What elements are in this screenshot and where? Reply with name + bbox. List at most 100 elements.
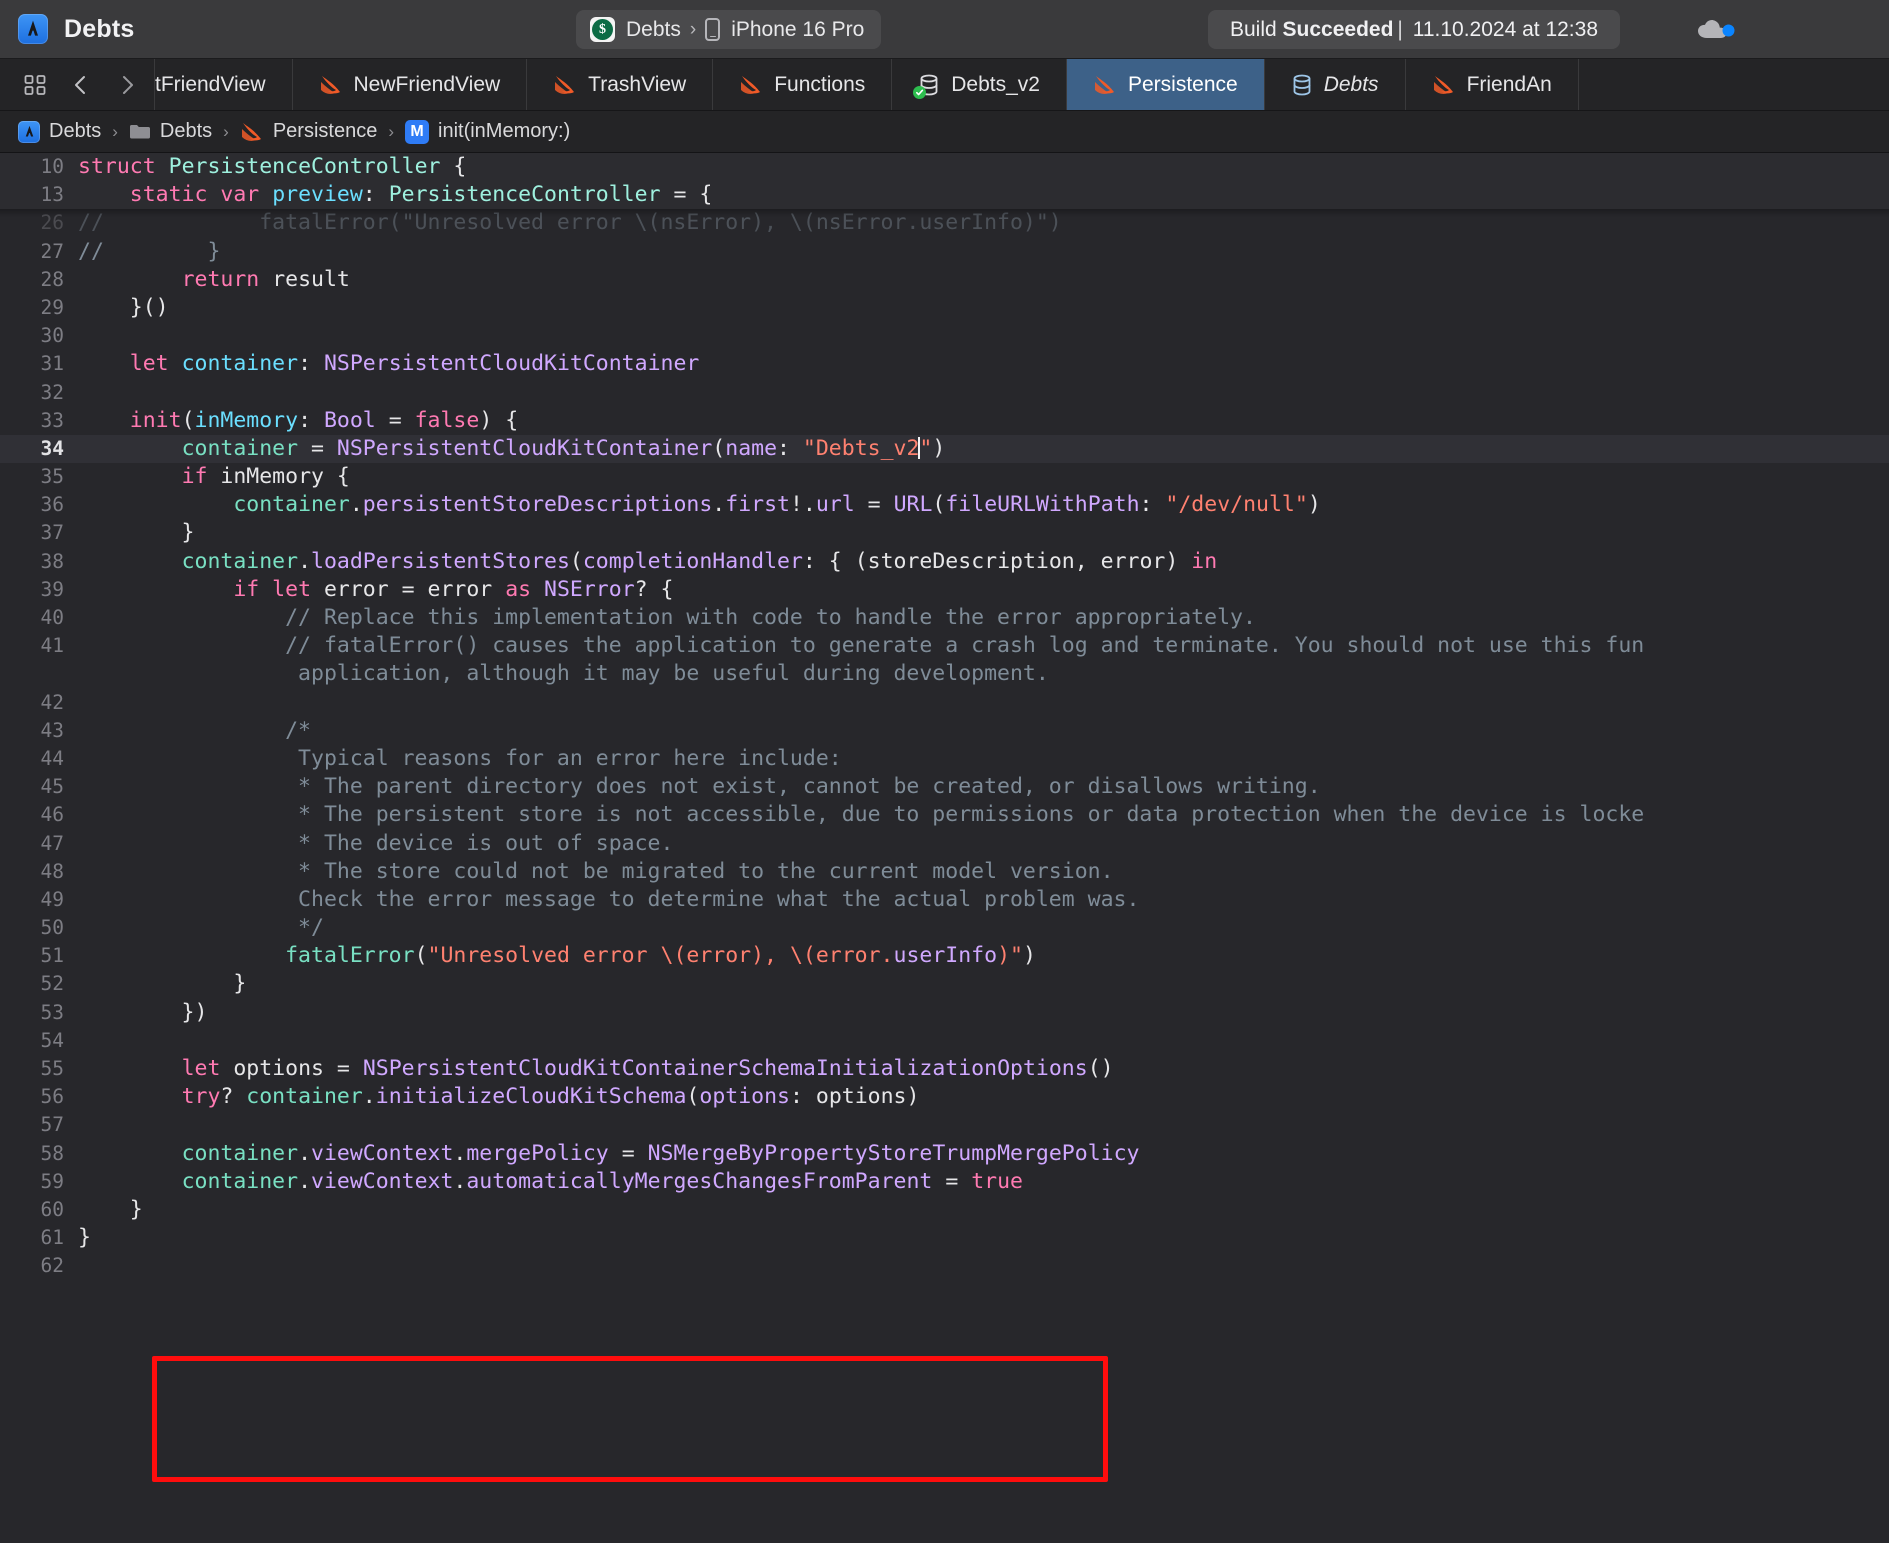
line-number: 62	[0, 1252, 78, 1280]
iphone-icon	[705, 18, 720, 41]
line-number: 48	[0, 858, 78, 886]
code-line[interactable]: 44 Typical reasons for an error here inc…	[0, 745, 1889, 773]
code-line[interactable]: 27 // }	[0, 238, 1889, 266]
breadcrumb-item-folder[interactable]: Debts	[129, 120, 212, 143]
chevron-left-glyph	[69, 73, 93, 97]
line-number: 13	[0, 181, 78, 209]
code-line[interactable]: 59 container.viewContext.automaticallyMe…	[0, 1168, 1889, 1196]
code-line[interactable]: 31 let container: NSPersistentCloudKitCo…	[0, 350, 1889, 378]
code-line[interactable]: 56 try? container.initializeCloudKitSche…	[0, 1083, 1889, 1111]
chevron-right-icon[interactable]	[104, 59, 150, 111]
line-content: // fatalError() causes the application t…	[78, 632, 1644, 660]
activity-status-bar[interactable]: Build Succeeded| 11.10.2024 at 12:38	[1208, 10, 1620, 49]
code-line[interactable]: 49 Check the error message to determine …	[0, 886, 1889, 914]
code-line[interactable]: 13 static var preview: PersistenceContro…	[0, 181, 1889, 209]
code-line[interactable]: 60 }	[0, 1196, 1889, 1224]
code-line[interactable]: 33 init(inMemory: Bool = false) {	[0, 407, 1889, 435]
code-line[interactable]: 62	[0, 1252, 1889, 1280]
code-lines[interactable]: 26 // fatalError("Unresolved error \(nsE…	[0, 209, 1889, 1280]
cloud-status-icon[interactable]	[1694, 17, 1738, 43]
editor-tab-trashview[interactable]: TrashView	[527, 59, 713, 110]
editor-tab-tfriendview[interactable]: tFriendView	[155, 59, 293, 110]
code-line[interactable]: 30	[0, 322, 1889, 350]
line-number: 36	[0, 491, 78, 519]
code-line[interactable]: 47 * The device is out of space.	[0, 830, 1889, 858]
code-line[interactable]: 26 // fatalError("Unresolved error \(nsE…	[0, 209, 1889, 237]
code-line[interactable]: 42	[0, 689, 1889, 717]
code-line[interactable]: 45 * The parent directory does not exist…	[0, 773, 1889, 801]
line-content: * The device is out of space.	[78, 830, 673, 858]
tab-label: FriendAn	[1467, 73, 1552, 97]
editor-tab-friendan[interactable]: FriendAn	[1406, 59, 1579, 110]
code-line[interactable]: 50 */	[0, 914, 1889, 942]
source-editor[interactable]: 10 struct PersistenceController { 13 sta…	[0, 153, 1889, 1543]
line-content: /*	[78, 717, 311, 745]
breadcrumb-separator: ›	[388, 122, 394, 142]
line-content: let options = NSPersistentCloudKitContai…	[78, 1055, 1114, 1083]
swift-icon	[1432, 74, 1456, 96]
tab-overview-glyph	[23, 73, 47, 97]
code-line[interactable]: 61 }	[0, 1224, 1889, 1252]
breadcrumb-item-file[interactable]: Persistence	[240, 120, 378, 143]
editor-tab-persistence[interactable]: Persistence	[1067, 59, 1265, 110]
line-content: struct PersistenceController {	[78, 153, 466, 181]
tab-bar-controls	[0, 59, 155, 110]
tab-strip[interactable]: tFriendView NewFriendView TrashView Func…	[155, 59, 1889, 110]
code-line[interactable]: 54	[0, 1027, 1889, 1055]
line-content: init(inMemory: Bool = false) {	[78, 407, 518, 435]
status-divider: |	[1397, 18, 1402, 41]
code-line[interactable]: 53 })	[0, 999, 1889, 1027]
chevron-left-icon[interactable]	[58, 59, 104, 111]
breadcrumb-item-symbol[interactable]: M init(inMemory:)	[405, 120, 570, 144]
tab-label: Debts_v2	[951, 73, 1040, 97]
line-number: 40	[0, 604, 78, 632]
editor-tab-debts-v2[interactable]: Debts_v2	[892, 59, 1067, 110]
editor-tab-debts[interactable]: Debts	[1265, 59, 1406, 110]
line-content: }	[78, 1196, 143, 1224]
breadcrumb-item-project[interactable]: Debts	[18, 120, 101, 143]
line-content	[78, 379, 91, 407]
code-line[interactable]: 32	[0, 379, 1889, 407]
code-line[interactable]: 46 * The persistent store is not accessi…	[0, 801, 1889, 829]
code-line[interactable]: 38 container.loadPersistentStores(comple…	[0, 548, 1889, 576]
code-line[interactable]: 36 container.persistentStoreDescriptions…	[0, 491, 1889, 519]
datamodel-glyph	[1291, 73, 1313, 97]
code-line[interactable]: 57	[0, 1111, 1889, 1139]
tab-label: NewFriendView	[354, 73, 501, 97]
swift-icon	[553, 74, 577, 96]
editor-tab-bar: tFriendView NewFriendView TrashView Func…	[0, 59, 1889, 111]
line-number: 37	[0, 519, 78, 547]
line-content	[78, 1252, 91, 1280]
editor-tab-newfriendview[interactable]: NewFriendView	[293, 59, 528, 110]
code-line[interactable]: 43 /*	[0, 717, 1889, 745]
code-line[interactable]: 37 }	[0, 519, 1889, 547]
code-line[interactable]: 51 fatalError("Unresolved error \(error)…	[0, 942, 1889, 970]
run-destination: iPhone 16 Pro	[731, 18, 864, 42]
code-line[interactable]: 41 // fatalError() causes the applicatio…	[0, 632, 1889, 660]
toolbar-left-group: Debts	[0, 14, 134, 44]
checkmark-badge-icon	[913, 86, 926, 99]
code-line-wrapped[interactable]: application, although it may be useful d…	[0, 660, 1889, 688]
tab-overview-icon[interactable]	[12, 59, 58, 111]
line-number: 51	[0, 942, 78, 970]
code-line[interactable]: 58 container.viewContext.mergePolicy = N…	[0, 1140, 1889, 1168]
code-line[interactable]: 48 * The store could not be migrated to …	[0, 858, 1889, 886]
code-line[interactable]: 40 // Replace this implementation with c…	[0, 604, 1889, 632]
code-line[interactable]: 55 let options = NSPersistentCloudKitCon…	[0, 1055, 1889, 1083]
code-line[interactable]: 52 }	[0, 970, 1889, 998]
code-line[interactable]: 10 struct PersistenceController {	[0, 153, 1889, 181]
breadcrumb-separator: ›	[112, 122, 118, 142]
annotation-rectangle	[152, 1356, 1108, 1482]
swift-icon	[739, 74, 763, 96]
code-line[interactable]: 28 return result	[0, 266, 1889, 294]
code-line[interactable]: 39 if let error = error as NSError? {	[0, 576, 1889, 604]
method-m-badge-icon: M	[405, 120, 429, 144]
editor-tab-functions[interactable]: Functions	[713, 59, 892, 110]
line-content	[78, 1027, 91, 1055]
code-line[interactable]: 29 }()	[0, 294, 1889, 322]
line-number: 32	[0, 379, 78, 407]
code-line-current[interactable]: 34 container = NSPersistentCloudKitConta…	[0, 435, 1889, 463]
xcode-app-icon	[18, 14, 48, 44]
code-line[interactable]: 35 if inMemory {	[0, 463, 1889, 491]
scheme-destination-selector[interactable]: $ Debts › iPhone 16 Pro	[576, 10, 881, 49]
